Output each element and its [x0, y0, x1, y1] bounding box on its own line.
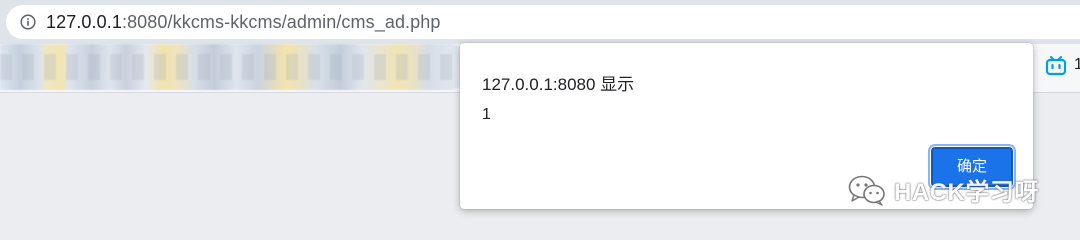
watermark-text: HACK学习呀: [894, 179, 1039, 206]
dialog-message: 1: [482, 106, 491, 123]
dialog-title: 127.0.0.1:8080 显示: [482, 75, 635, 94]
bookmark-label[interactable]: 1: [1074, 56, 1080, 74]
blurred-bookmarks: [0, 44, 472, 90]
address-bar: 127.0.0.1:8080/kkcms-kkcms/admin/cms_ad.…: [0, 0, 1080, 44]
watermark: HACK学习呀: [848, 172, 1039, 207]
bilibili-icon[interactable]: [1045, 56, 1067, 76]
omnibox[interactable]: 127.0.0.1:8080/kkcms-kkcms/admin/cms_ad.…: [6, 5, 1080, 39]
info-icon[interactable]: [20, 14, 36, 30]
url-host: 127.0.0.1: [46, 11, 122, 32]
wechat-icon: [848, 174, 886, 206]
url-path: :8080/kkcms-kkcms/admin/cms_ad.php: [121, 11, 441, 32]
url-text[interactable]: 127.0.0.1:8080/kkcms-kkcms/admin/cms_ad.…: [46, 12, 440, 33]
